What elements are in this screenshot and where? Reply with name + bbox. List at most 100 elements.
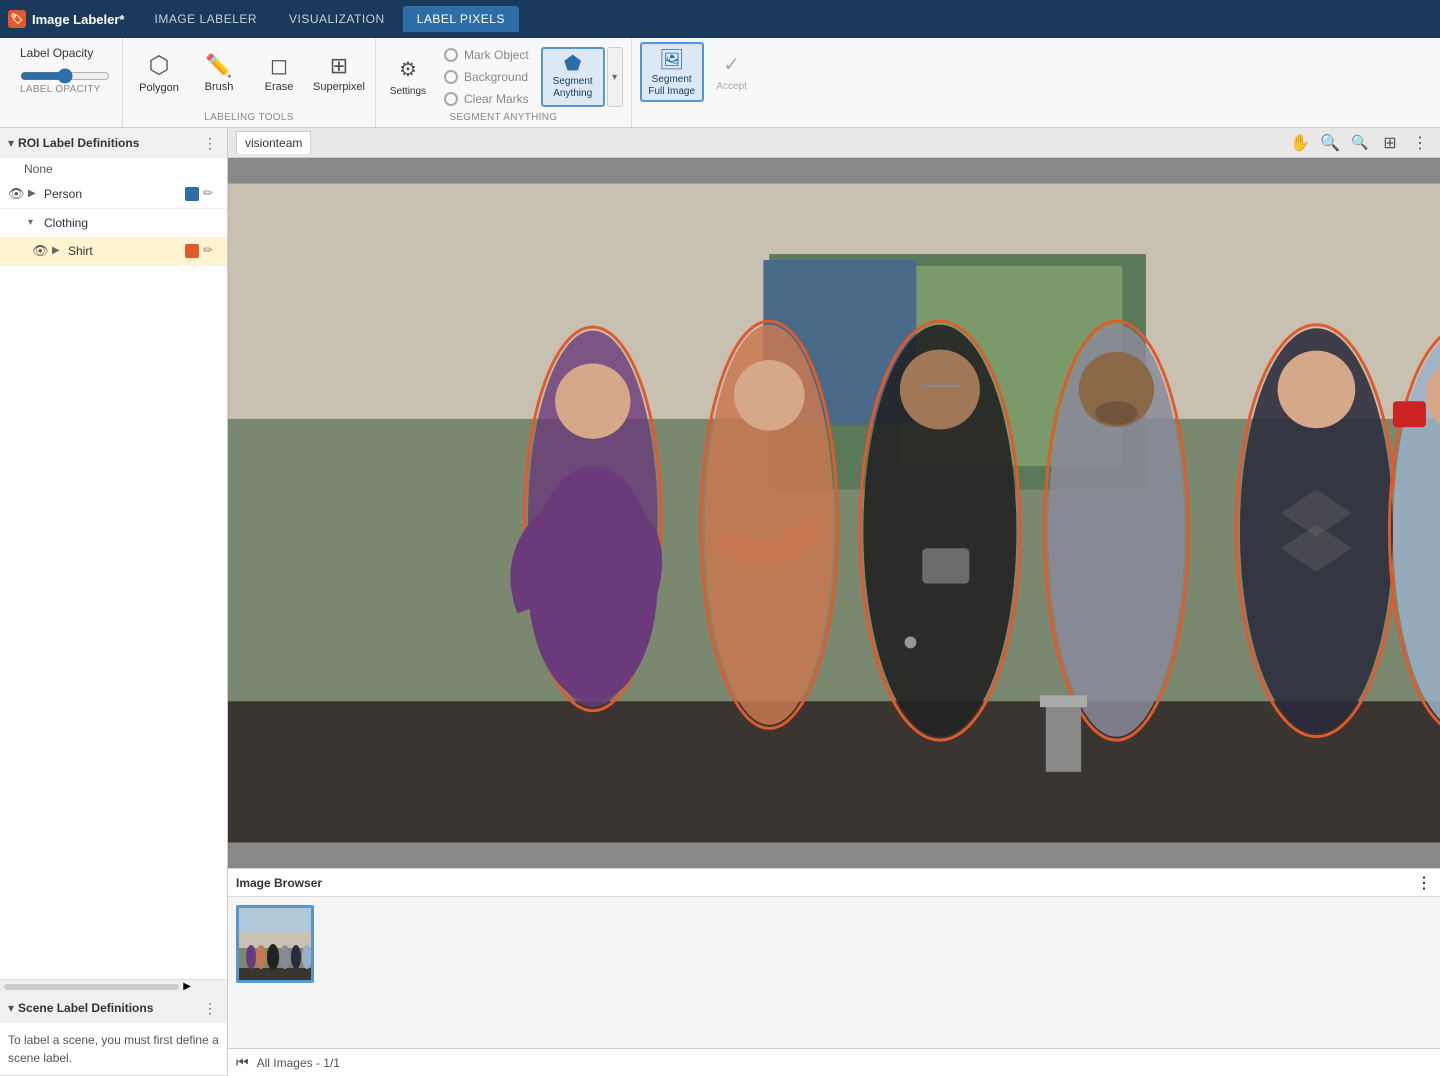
scrollbar-thumb[interactable] [4, 984, 179, 990]
shirt-visibility-icon[interactable]: 👁 [32, 243, 48, 259]
person3-silhouette [860, 321, 1020, 740]
mark-object-icon [444, 48, 458, 62]
superpixel-tool[interactable]: ⊞ Superpixel [311, 44, 367, 104]
segment-anything-button[interactable]: ⬟ SegmentAnything [541, 47, 605, 107]
clothing-chevron-icon: ▾ [28, 217, 40, 229]
polygon-tool[interactable]: ⬡ Polygon [131, 44, 187, 104]
mark-background-icon [444, 70, 458, 84]
shirt-chevron-icon: ▶ [52, 245, 64, 257]
tools-row: ⬡ Polygon ✏️ Brush ◻ Erase ⊞ Superpixel [127, 38, 371, 112]
bottom-bar: ⏮ All Images - 1/1 [228, 1048, 1440, 1076]
pan-tool-icon[interactable]: ✋ [1288, 131, 1312, 155]
roi-section-title: ROI Label Definitions [18, 136, 197, 150]
nav-tab-visualization[interactable]: VISUALIZATION [275, 6, 399, 32]
nav-tab-image-labeler[interactable]: IMAGE LABELER [141, 6, 272, 32]
sidebar-horizontal-scrollbar[interactable]: ▶ [0, 979, 227, 993]
person-visibility-icon[interactable]: 👁 [8, 186, 24, 202]
segment-main-group: ⬟ SegmentAnything ▾ [541, 47, 623, 107]
settings-button[interactable]: ⚙ Settings [384, 47, 432, 107]
none-label-item[interactable]: None [0, 158, 227, 180]
label-opacity-title: LABEL OPACITY [20, 84, 110, 95]
full-image-row: 🖼 SegmentFull Image ✓ Accept [636, 38, 760, 106]
scene-section-header[interactable]: ▾ Scene Label Definitions ⋮ [0, 993, 227, 1023]
person1-silhouette [525, 327, 661, 711]
superpixel-icon: ⊞ [330, 55, 348, 77]
person4-silhouette [1045, 321, 1189, 740]
app-logo: 🏷 Image Labeler* [8, 10, 125, 28]
brush-tool[interactable]: ✏️ Brush [191, 44, 247, 104]
app-title: Image Labeler* [32, 12, 125, 27]
canvas-more-icon[interactable]: ⋮ [1408, 131, 1432, 155]
main-area: visionteam ✋ 🔍 🔍 ⊞ ⋮ [228, 128, 1440, 1076]
sidebar: ▾ ROI Label Definitions ⋮ None 👁 ▶ Perso… [0, 128, 228, 1076]
image-browser: Image Browser ⋮ [228, 868, 1440, 1048]
zoom-in-icon[interactable]: 🔍 [1318, 131, 1342, 155]
labeling-tools-label: LABELING TOOLS [127, 112, 371, 127]
person-group: 👁 ▶ Person ✏ [0, 180, 227, 209]
image-browser-header: Image Browser ⋮ [228, 869, 1440, 897]
thumbnail-img [239, 932, 311, 980]
first-image-button[interactable]: ⏮ [236, 1054, 249, 1071]
clear-marks-btn[interactable]: Clear Marks [440, 90, 533, 108]
person-color-swatch [185, 187, 199, 201]
brush-icon: ✏️ [205, 55, 232, 77]
person5-silhouette [1236, 325, 1396, 737]
nav-tab-label-pixels[interactable]: LABEL PIXELS [403, 6, 519, 32]
mark-object-label: Mark Object [464, 48, 529, 62]
segment-anything-icon: ⬟ [564, 54, 581, 74]
fit-view-icon[interactable]: ⊞ [1378, 131, 1402, 155]
thumbnail-item-1[interactable] [236, 905, 314, 983]
roi-menu-button[interactable]: ⋮ [201, 134, 219, 152]
shirt-label-text: Shirt [68, 244, 181, 258]
full-image-icon: 🖼 [659, 47, 684, 72]
zoom-out-icon[interactable]: 🔍 [1348, 131, 1372, 155]
segment-tools-row: ⚙ Settings Mark Object Background Clear … [376, 42, 631, 112]
scene-menu-button[interactable]: ⋮ [201, 999, 219, 1017]
segment-dropdown-button[interactable]: ▾ [607, 47, 623, 107]
scene-empty-text: To label a scene, you must first define … [0, 1023, 227, 1075]
image-canvas[interactable] [228, 158, 1440, 868]
person-label-text: Person [44, 187, 181, 201]
image-browser-more-icon[interactable]: ⋮ [1416, 873, 1432, 893]
polygon-icon: ⬡ [149, 54, 170, 78]
scrollbar-right-arrow[interactable]: ▶ [183, 981, 191, 992]
main-image-svg [228, 158, 1440, 868]
mark-object-btn[interactable]: Mark Object [440, 46, 533, 64]
canvas-tab[interactable]: visionteam [236, 131, 311, 154]
top-nav: 🏷 Image Labeler* IMAGE LABELER VISUALIZA… [0, 0, 1440, 38]
segment-full-image-button[interactable]: 🖼 SegmentFull Image [640, 42, 704, 102]
person2-silhouette [701, 321, 837, 728]
accept-label: Accept [716, 81, 747, 92]
brush-label: Brush [205, 81, 234, 93]
erase-tool[interactable]: ◻ Erase [251, 44, 307, 104]
image-browser-content [228, 897, 1440, 991]
image-count-label: All Images - 1/1 [257, 1056, 340, 1070]
clear-marks-icon [444, 92, 458, 106]
labeling-tools-section: ⬡ Polygon ✏️ Brush ◻ Erase ⊞ Superpixel … [123, 38, 376, 127]
canvas-tab-label: visionteam [245, 136, 302, 150]
scene-section-title: Scene Label Definitions [18, 1001, 197, 1015]
clothing-group-header[interactable]: ▾ Clothing [0, 209, 227, 237]
segment-anything-label: SegmentAnything [553, 76, 593, 100]
label-opacity-section: Label Opacity LABEL OPACITY [8, 38, 123, 127]
opacity-slider[interactable] [20, 68, 110, 84]
canvas-header: visionteam ✋ 🔍 🔍 ⊞ ⋮ [228, 128, 1440, 158]
label-opacity-label: Label Opacity [20, 46, 110, 60]
accept-button[interactable]: ✓ Accept [708, 42, 756, 102]
content-area: ▾ ROI Label Definitions ⋮ None 👁 ▶ Perso… [0, 128, 1440, 1076]
person-edit-icon[interactable]: ✏ [203, 186, 219, 202]
mark-background-btn[interactable]: Background [440, 68, 533, 86]
superpixel-label: Superpixel [313, 81, 365, 93]
erase-label: Erase [265, 81, 294, 93]
scene-section: ▾ Scene Label Definitions ⋮ To label a s… [0, 993, 227, 1076]
canvas-tools: ✋ 🔍 🔍 ⊞ ⋮ [1288, 131, 1432, 155]
shirt-label-item[interactable]: 👁 ▶ Shirt ✏ [0, 237, 227, 265]
logo-icon: 🏷 [8, 10, 26, 28]
image-browser-title: Image Browser [236, 876, 1416, 890]
none-label-text: None [24, 162, 53, 176]
segment-options: Mark Object Background Clear Marks [436, 46, 537, 108]
person-group-header[interactable]: 👁 ▶ Person ✏ [0, 180, 227, 208]
roi-section-header[interactable]: ▾ ROI Label Definitions ⋮ [0, 128, 227, 158]
shirt-edit-icon[interactable]: ✏ [203, 243, 219, 259]
clothing-group: ▾ Clothing 👁 ▶ Shirt ✏ [0, 209, 227, 266]
